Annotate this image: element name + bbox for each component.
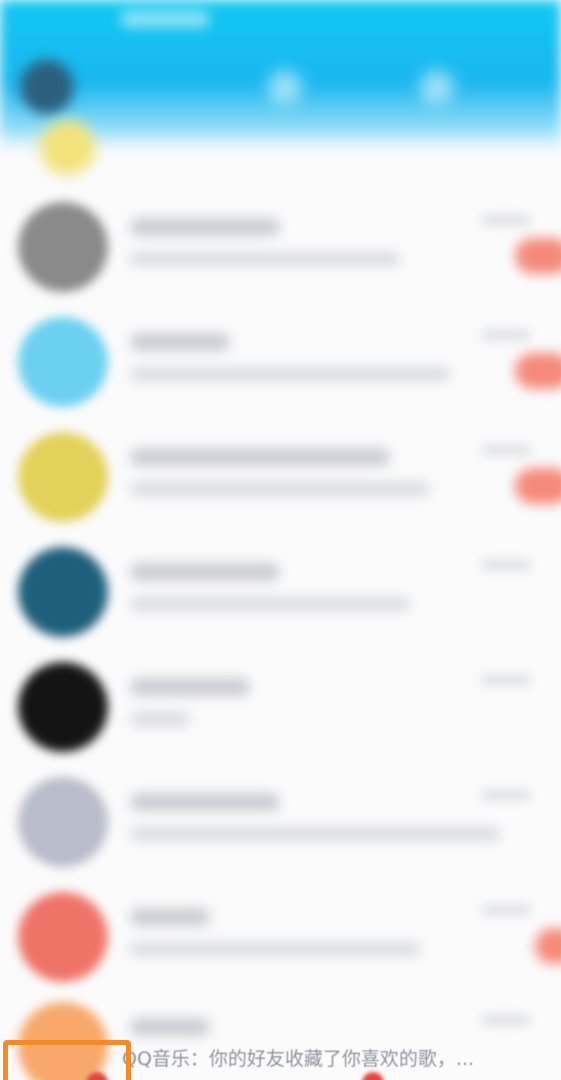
conversation-item[interactable]: [0, 880, 561, 995]
conversation-item[interactable]: [0, 420, 561, 535]
conversation-item[interactable]: [0, 190, 561, 305]
conversation-preview: [130, 482, 430, 496]
conversation-time: [481, 329, 531, 341]
avatar: [18, 317, 108, 407]
app-screen: QQ音乐：你的好友收藏了你喜欢的歌，...: [0, 0, 561, 1080]
avatar: [18, 892, 108, 982]
conversation-preview: [130, 712, 190, 726]
avatar: [18, 777, 108, 867]
avatar: [18, 547, 108, 637]
unread-badge: [515, 468, 561, 504]
conversation-item[interactable]: [0, 535, 561, 650]
conversation-name: [130, 1018, 210, 1036]
conversation-preview: QQ音乐：你的好友收藏了你喜欢的歌，...: [122, 1048, 475, 1070]
conversation-time: [481, 1014, 531, 1026]
conversation-name: [130, 448, 390, 466]
conversation-time: [481, 559, 531, 571]
highlight-box: [3, 1040, 131, 1080]
conversation-time: [481, 444, 531, 456]
avatar: [18, 432, 108, 522]
conversation-name: [130, 218, 280, 236]
unread-badge: [515, 353, 561, 389]
conversation-time: [481, 904, 531, 916]
avatar: [18, 202, 108, 292]
conversation-name: [130, 333, 230, 351]
avatar: [18, 662, 108, 752]
conversation-preview: [130, 827, 500, 841]
conversation-time: [481, 214, 531, 226]
add-icon[interactable]: [420, 70, 454, 104]
conversation-name: [130, 678, 250, 696]
conversation-name: [130, 563, 280, 581]
unread-badge: [535, 928, 561, 964]
conversation-item[interactable]: [0, 650, 561, 765]
search-icon[interactable]: [268, 70, 302, 104]
profile-avatar[interactable]: [20, 60, 74, 114]
conversation-item[interactable]: [0, 765, 561, 880]
conversation-name: [130, 793, 280, 811]
conversation-preview: [130, 367, 450, 381]
conversation-preview: [130, 252, 400, 266]
conversation-item[interactable]: [0, 305, 561, 420]
conversation-preview: [130, 942, 420, 956]
conversation-time: [481, 789, 531, 801]
conversation-time: [481, 674, 531, 686]
unread-badge: [515, 238, 561, 274]
avatar: [40, 120, 95, 175]
header-title: [120, 10, 210, 28]
conversation-name: [130, 908, 210, 926]
conversation-preview: [130, 597, 410, 611]
